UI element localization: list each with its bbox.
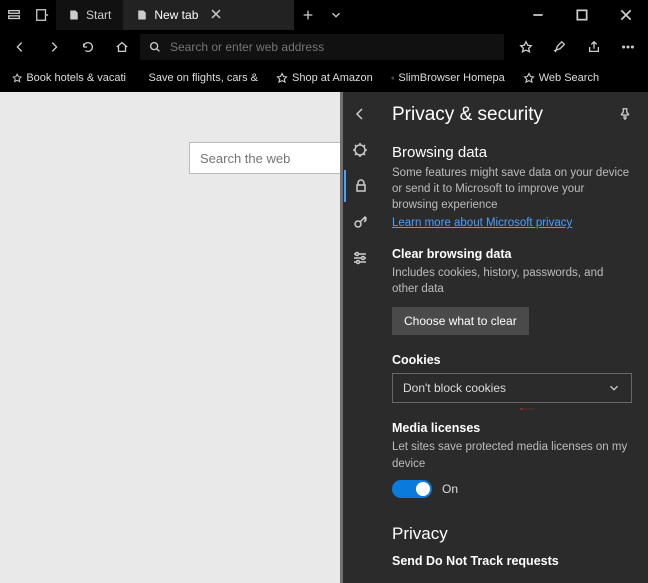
window-controls bbox=[516, 0, 648, 30]
rail-passwords-button[interactable] bbox=[344, 206, 376, 238]
close-window-button[interactable] bbox=[604, 0, 648, 30]
rail-back-button[interactable] bbox=[344, 98, 376, 130]
pin-button[interactable] bbox=[618, 107, 632, 124]
learn-more-link[interactable]: Learn more about Microsoft privacy bbox=[392, 217, 572, 229]
favorite-link[interactable]: SlimBrowser Homepa bbox=[383, 72, 513, 84]
tab-label: New tab bbox=[154, 8, 198, 22]
choose-what-to-clear-button[interactable]: Choose what to clear bbox=[392, 307, 529, 335]
forward-button[interactable] bbox=[38, 32, 70, 62]
tab-label: Start bbox=[86, 8, 111, 22]
star-icon bbox=[144, 72, 145, 84]
tab-list-icon[interactable] bbox=[0, 0, 28, 30]
cookies-select[interactable]: Don't block cookies bbox=[392, 373, 632, 403]
browsing-data-desc: Some features might save data on your de… bbox=[392, 165, 632, 213]
toggle-label: On bbox=[442, 482, 458, 496]
star-icon bbox=[523, 72, 535, 84]
share-button[interactable] bbox=[578, 32, 610, 62]
favorite-link[interactable]: Book hotels & vacati bbox=[4, 72, 134, 84]
search-icon bbox=[148, 40, 162, 54]
favorite-button[interactable] bbox=[510, 32, 542, 62]
panel-title: Privacy & security bbox=[392, 104, 543, 126]
navbar bbox=[0, 30, 648, 64]
address-bar[interactable] bbox=[140, 34, 504, 60]
titlebar: Start New tab bbox=[0, 0, 648, 30]
new-tab-button[interactable] bbox=[294, 0, 322, 30]
close-tab-icon[interactable] bbox=[210, 8, 222, 23]
favorite-link[interactable]: Web Search bbox=[515, 72, 607, 84]
home-button[interactable] bbox=[106, 32, 138, 62]
dnt-title: Send Do Not Track requests bbox=[392, 554, 632, 568]
settings-panel-container: Privacy & security Browsing data Some fe… bbox=[340, 92, 648, 583]
favorite-link[interactable]: Save on flights, cars & bbox=[136, 72, 266, 84]
privacy-heading: Privacy bbox=[392, 524, 632, 544]
tab-start[interactable]: Start bbox=[56, 0, 124, 30]
address-input[interactable] bbox=[170, 40, 496, 54]
clear-data-desc: Includes cookies, history, passwords, an… bbox=[392, 265, 632, 297]
set-aside-icon[interactable] bbox=[28, 0, 56, 30]
more-button[interactable] bbox=[612, 32, 644, 62]
rail-privacy-button[interactable] bbox=[344, 170, 376, 202]
settings-panel: Privacy & security Browsing data Some fe… bbox=[376, 92, 648, 583]
settings-rail bbox=[340, 92, 376, 583]
refresh-button[interactable] bbox=[72, 32, 104, 62]
rail-general-button[interactable] bbox=[344, 134, 376, 166]
media-title: Media licenses bbox=[392, 421, 632, 435]
media-desc: Let sites save protected media licenses … bbox=[392, 439, 632, 471]
browsing-data-title: Browsing data bbox=[392, 144, 632, 161]
minimize-button[interactable] bbox=[516, 0, 560, 30]
content-area: Privacy & security Browsing data Some fe… bbox=[0, 92, 648, 583]
page-icon bbox=[136, 9, 148, 21]
star-icon bbox=[276, 72, 288, 84]
media-toggle[interactable] bbox=[392, 480, 432, 498]
favorites-bar: Book hotels & vacati Save on flights, ca… bbox=[0, 64, 648, 92]
rail-advanced-button[interactable] bbox=[344, 242, 376, 274]
tab-new[interactable]: New tab bbox=[124, 0, 294, 30]
cookies-title: Cookies bbox=[392, 353, 632, 367]
notes-button[interactable] bbox=[544, 32, 576, 62]
page-icon bbox=[68, 9, 80, 21]
tab-chevron-icon[interactable] bbox=[322, 0, 350, 30]
clear-data-title: Clear browsing data bbox=[392, 247, 632, 261]
favorite-link[interactable]: Shop at Amazon bbox=[268, 72, 381, 84]
star-icon bbox=[12, 72, 22, 84]
cookies-value: Don't block cookies bbox=[403, 381, 506, 395]
chevron-down-icon bbox=[607, 381, 621, 395]
maximize-button[interactable] bbox=[560, 0, 604, 30]
star-icon bbox=[391, 72, 395, 84]
back-button[interactable] bbox=[4, 32, 36, 62]
